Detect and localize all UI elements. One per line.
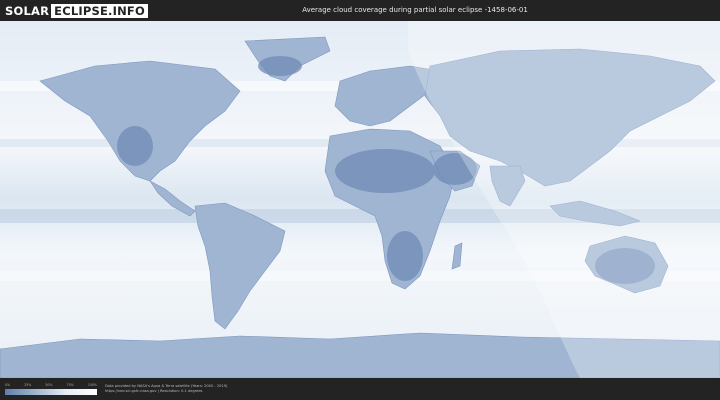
world-map-svg [0, 21, 720, 378]
legend-tick-label: 0% [5, 383, 11, 387]
credit-line-url: https://neo.sci.gsfc.nasa.gov | Resoluti… [105, 389, 203, 393]
page-title: Average cloud coverage during partial so… [302, 6, 528, 14]
legend-gradient-bar [5, 389, 97, 395]
site-logo[interactable]: SOLAR ECLIPSE.INFO [5, 3, 148, 18]
cloud-coverage-legend: 0% 25% 50% 75% 100% [5, 383, 97, 397]
legend-tick-label: 75% [66, 383, 74, 387]
legend-tick-label: 50% [45, 383, 53, 387]
logo-solar-text: SOLAR [5, 3, 50, 18]
data-credits: Data provided by NASA's Aqua & Terra sat… [105, 384, 227, 394]
header-bar: SOLAR ECLIPSE.INFO Average cloud coverag… [0, 0, 720, 21]
legend-tick-label: 25% [24, 383, 32, 387]
legend-tick-label: 100% [87, 383, 97, 387]
legend-ticks: 0% 25% 50% 75% 100% [5, 383, 97, 388]
cloud-coverage-map [0, 21, 720, 378]
logo-eclipse-info-text: ECLIPSE.INFO [51, 3, 148, 18]
footer-bar: 0% 25% 50% 75% 100% Data provided by NAS… [0, 378, 720, 400]
